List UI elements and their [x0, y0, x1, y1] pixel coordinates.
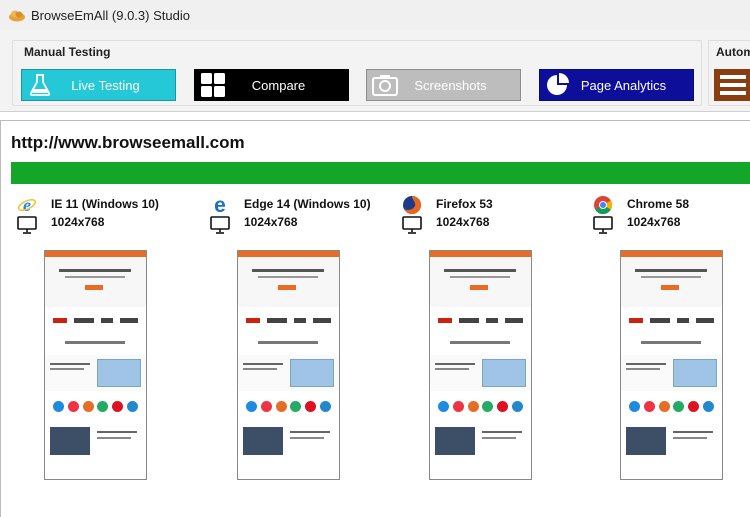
results-panel: http://www.browseemall.com e IE 11 (Wind… — [0, 120, 750, 517]
page-screenshot-thumbnail[interactable] — [429, 250, 532, 480]
browser-name: Chrome 58 — [627, 197, 690, 211]
automation-button[interactable] — [714, 69, 750, 101]
resolution-label: 1024x768 — [51, 215, 105, 229]
window-title: BrowseEmAll (9.0.3) Studio — [31, 7, 190, 23]
pie-chart-icon — [544, 71, 572, 99]
browser-name: Firefox 53 — [436, 197, 493, 211]
monitor-icon — [593, 215, 613, 235]
browser-result-chrome: Chrome 58 1024x768 — [587, 193, 747, 493]
live-testing-button[interactable]: Live Testing — [21, 69, 176, 101]
browser-name: Edge 14 (Windows 10) — [244, 197, 371, 211]
tested-url: http://www.browseemall.com — [11, 133, 245, 152]
page-analytics-button[interactable]: Page Analytics — [539, 69, 694, 101]
list-icon — [720, 75, 746, 79]
resolution-label: 1024x768 — [436, 215, 490, 229]
compare-button[interactable]: Compare — [194, 69, 349, 101]
title-bar: BrowseEmAll (9.0.3) Studio — [0, 0, 750, 30]
browser-result-firefox: Firefox 53 1024x768 — [396, 193, 556, 493]
svg-text:e: e — [23, 195, 31, 215]
camera-icon — [371, 71, 399, 99]
browser-name: IE 11 (Windows 10) — [51, 197, 159, 211]
cloud-app-icon — [8, 8, 26, 22]
group2-label: Autom — [716, 45, 750, 59]
live-testing-label: Live Testing — [71, 77, 140, 93]
svg-text:e: e — [214, 195, 226, 215]
monitor-icon — [17, 215, 37, 235]
resolution-label: 1024x768 — [627, 215, 681, 229]
screenshots-label: Screenshots — [414, 77, 487, 93]
ribbon-toolbar: Manual Testing Live Testing Compare Scre… — [0, 30, 750, 112]
ie-icon: e — [17, 195, 37, 215]
browser-result-edge: e Edge 14 (Windows 10) 1024x768 — [204, 193, 371, 493]
edge-icon: e — [210, 194, 230, 217]
screenshots-button[interactable]: Screenshots — [366, 69, 521, 101]
resolution-label: 1024x768 — [244, 215, 298, 229]
page-screenshot-thumbnail[interactable] — [44, 250, 147, 480]
firefox-icon — [402, 195, 422, 215]
browser-result-ie: e IE 11 (Windows 10) 1024x768 — [11, 193, 171, 493]
monitor-icon — [210, 215, 230, 235]
page-screenshot-thumbnail[interactable] — [620, 250, 723, 480]
page-analytics-label: Page Analytics — [580, 77, 667, 93]
grid-icon — [199, 71, 227, 99]
automation-group: Autom — [708, 40, 750, 106]
page-screenshot-thumbnail[interactable] — [237, 250, 340, 480]
chrome-icon — [593, 195, 613, 215]
progress-bar — [11, 162, 750, 184]
flask-icon — [26, 71, 54, 99]
manual-testing-group: Manual Testing Live Testing Compare Scre… — [12, 40, 702, 106]
monitor-icon — [402, 215, 422, 235]
compare-label: Compare — [251, 77, 306, 93]
group-label: Manual Testing — [24, 45, 111, 59]
